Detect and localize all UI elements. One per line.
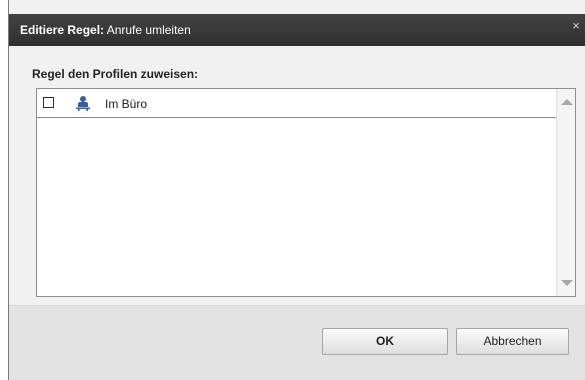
scroll-up-arrow-icon[interactable] (560, 95, 574, 109)
dialog-title: Editiere Regel: Anrufe umleiten (20, 23, 191, 37)
profile-label: Im Büro (105, 97, 148, 111)
assign-profiles-label: Regel den Profilen zuweisen: (32, 67, 199, 81)
title-prefix: Editiere Regel: (20, 23, 105, 37)
list-scrollbar[interactable] (556, 89, 575, 296)
profile-checkbox[interactable] (43, 97, 54, 108)
edit-rule-dialog: Editiere Regel: Anrufe umleiten × Regel … (8, 0, 585, 380)
cancel-button[interactable]: Abbrechen (456, 328, 569, 355)
ok-button[interactable]: OK (322, 328, 448, 355)
close-icon[interactable]: × (569, 19, 583, 33)
profile-list[interactable]: Im Büro (36, 88, 576, 297)
dialog-titlebar: Editiere Regel: Anrufe umleiten × (9, 14, 585, 46)
title-rule-name: Anrufe umleiten (106, 23, 191, 37)
profile-person-icon (75, 95, 91, 111)
scroll-down-arrow-icon[interactable] (560, 276, 574, 290)
list-item[interactable]: Im Büro (37, 89, 557, 118)
dialog-footer: OK Abbrechen (9, 305, 585, 380)
